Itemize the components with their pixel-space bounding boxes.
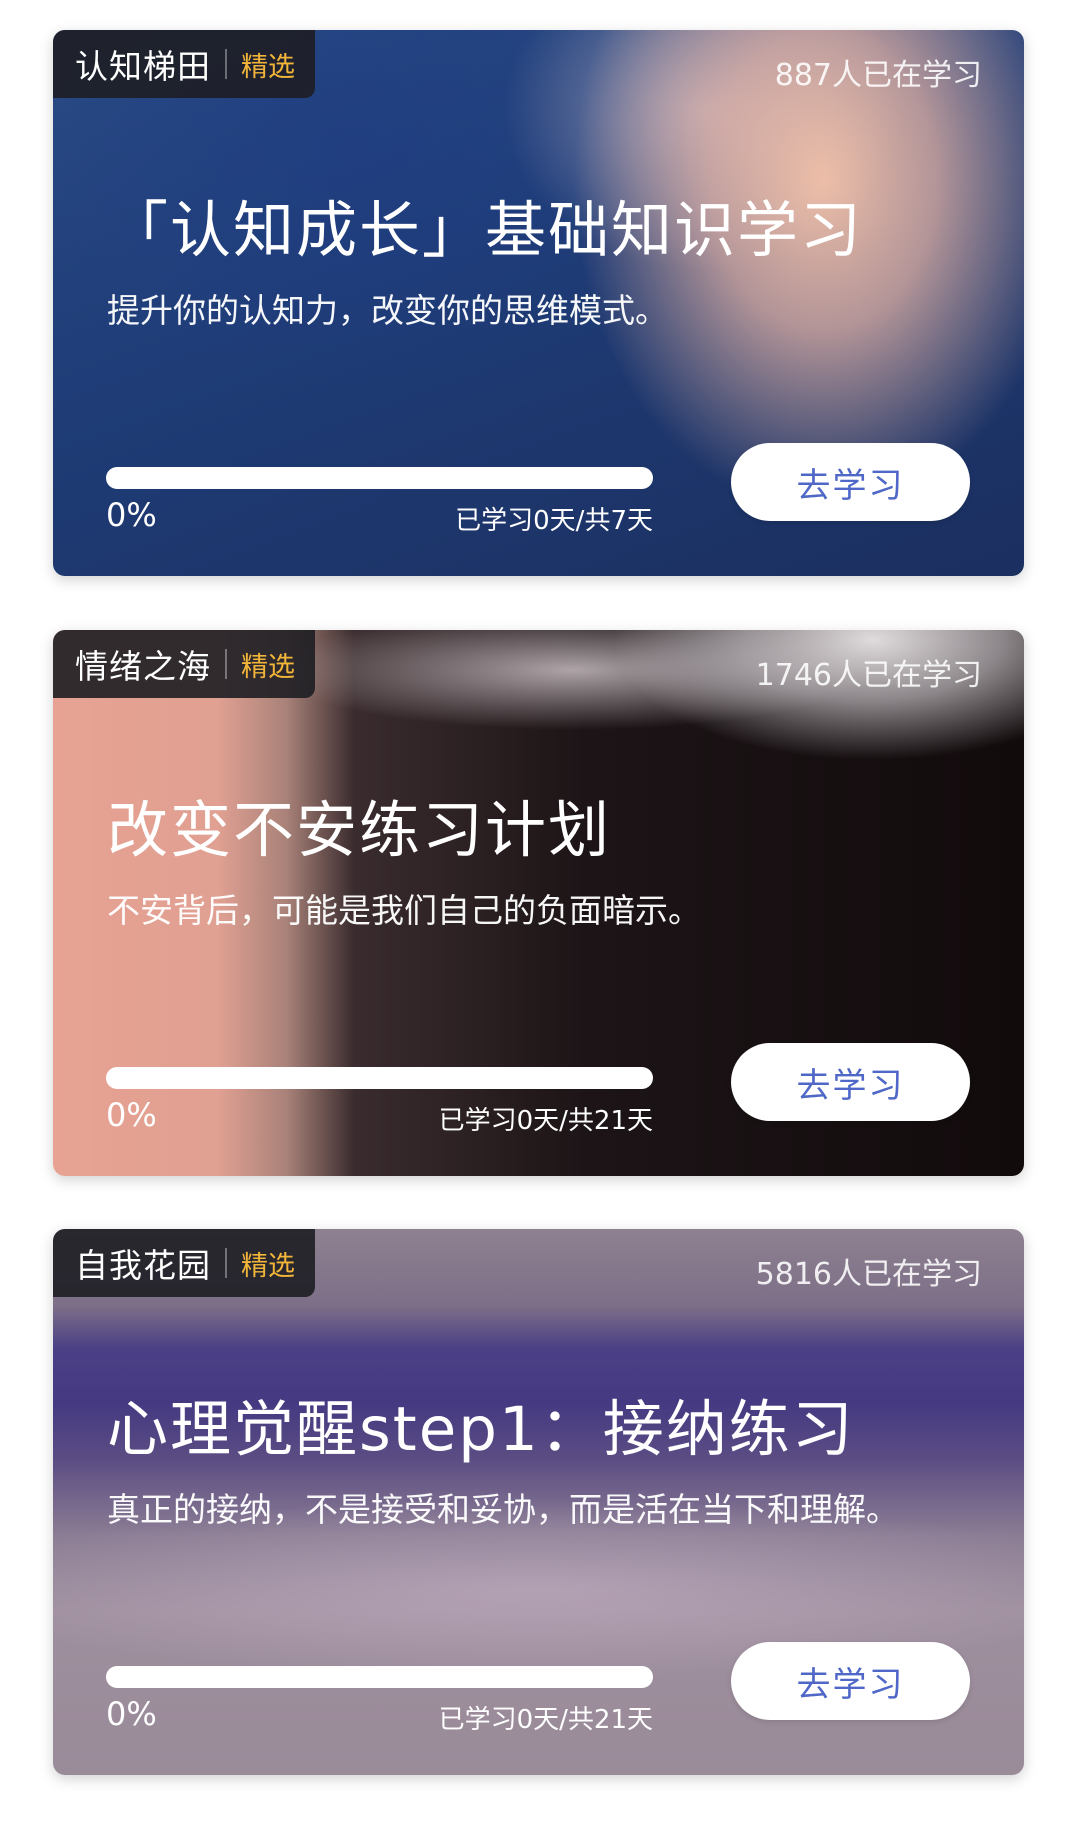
category-name: 自我花园 [75,1246,211,1285]
tag-divider [225,649,227,679]
course-subtitle: 真正的接纳，不是接受和妥协，而是活在当下和理解。 [107,1490,899,1529]
days-progress: 已学习0天/共21天 [438,1106,653,1136]
featured-badge: 精选 [241,1250,295,1282]
featured-badge: 精选 [241,651,295,683]
learner-count: 1746人已在学习 [755,658,982,693]
category-tag: 认知梯田 精选 [53,30,315,98]
course-card[interactable]: 认知梯田 精选 887人已在学习 「认知成长」基础知识学习 提升你的认知力，改变… [53,30,1024,576]
tag-divider [225,1248,227,1278]
start-learning-button[interactable]: 去学习 [731,1043,970,1121]
featured-badge: 精选 [241,51,295,83]
progress-percent: 0% [106,496,157,534]
course-subtitle: 不安背后，可能是我们自己的负面暗示。 [107,891,701,930]
progress-bar [106,1666,653,1688]
course-title: 改变不安练习计划 [107,795,612,866]
course-subtitle: 提升你的认知力，改变你的思维模式。 [107,291,668,330]
progress-bar [106,1067,653,1089]
start-learning-button[interactable]: 去学习 [731,443,970,521]
progress-percent: 0% [106,1096,157,1134]
learner-count: 887人已在学习 [774,58,982,93]
progress-percent: 0% [106,1695,157,1733]
course-list: 认知梯田 精选 887人已在学习 「认知成长」基础知识学习 提升你的认知力，改变… [0,0,1080,1822]
start-learning-button[interactable]: 去学习 [731,1642,970,1720]
days-progress: 已学习0天/共21天 [438,1705,653,1735]
category-tag: 情绪之海 精选 [53,630,315,698]
category-name: 认知梯田 [75,47,211,86]
course-card[interactable]: 自我花园 精选 5816人已在学习 心理觉醒step1：接纳练习 真正的接纳，不… [53,1229,1024,1775]
category-name: 情绪之海 [75,647,211,686]
tag-divider [225,49,227,79]
learner-count: 5816人已在学习 [755,1257,982,1292]
progress-bar [106,467,653,489]
course-title: 心理觉醒step1：接纳练习 [107,1394,855,1465]
days-progress: 已学习0天/共7天 [455,506,653,536]
course-title: 「认知成长」基础知识学习 [107,195,864,266]
course-card[interactable]: 情绪之海 精选 1746人已在学习 改变不安练习计划 不安背后，可能是我们自己的… [53,630,1024,1176]
category-tag: 自我花园 精选 [53,1229,315,1297]
